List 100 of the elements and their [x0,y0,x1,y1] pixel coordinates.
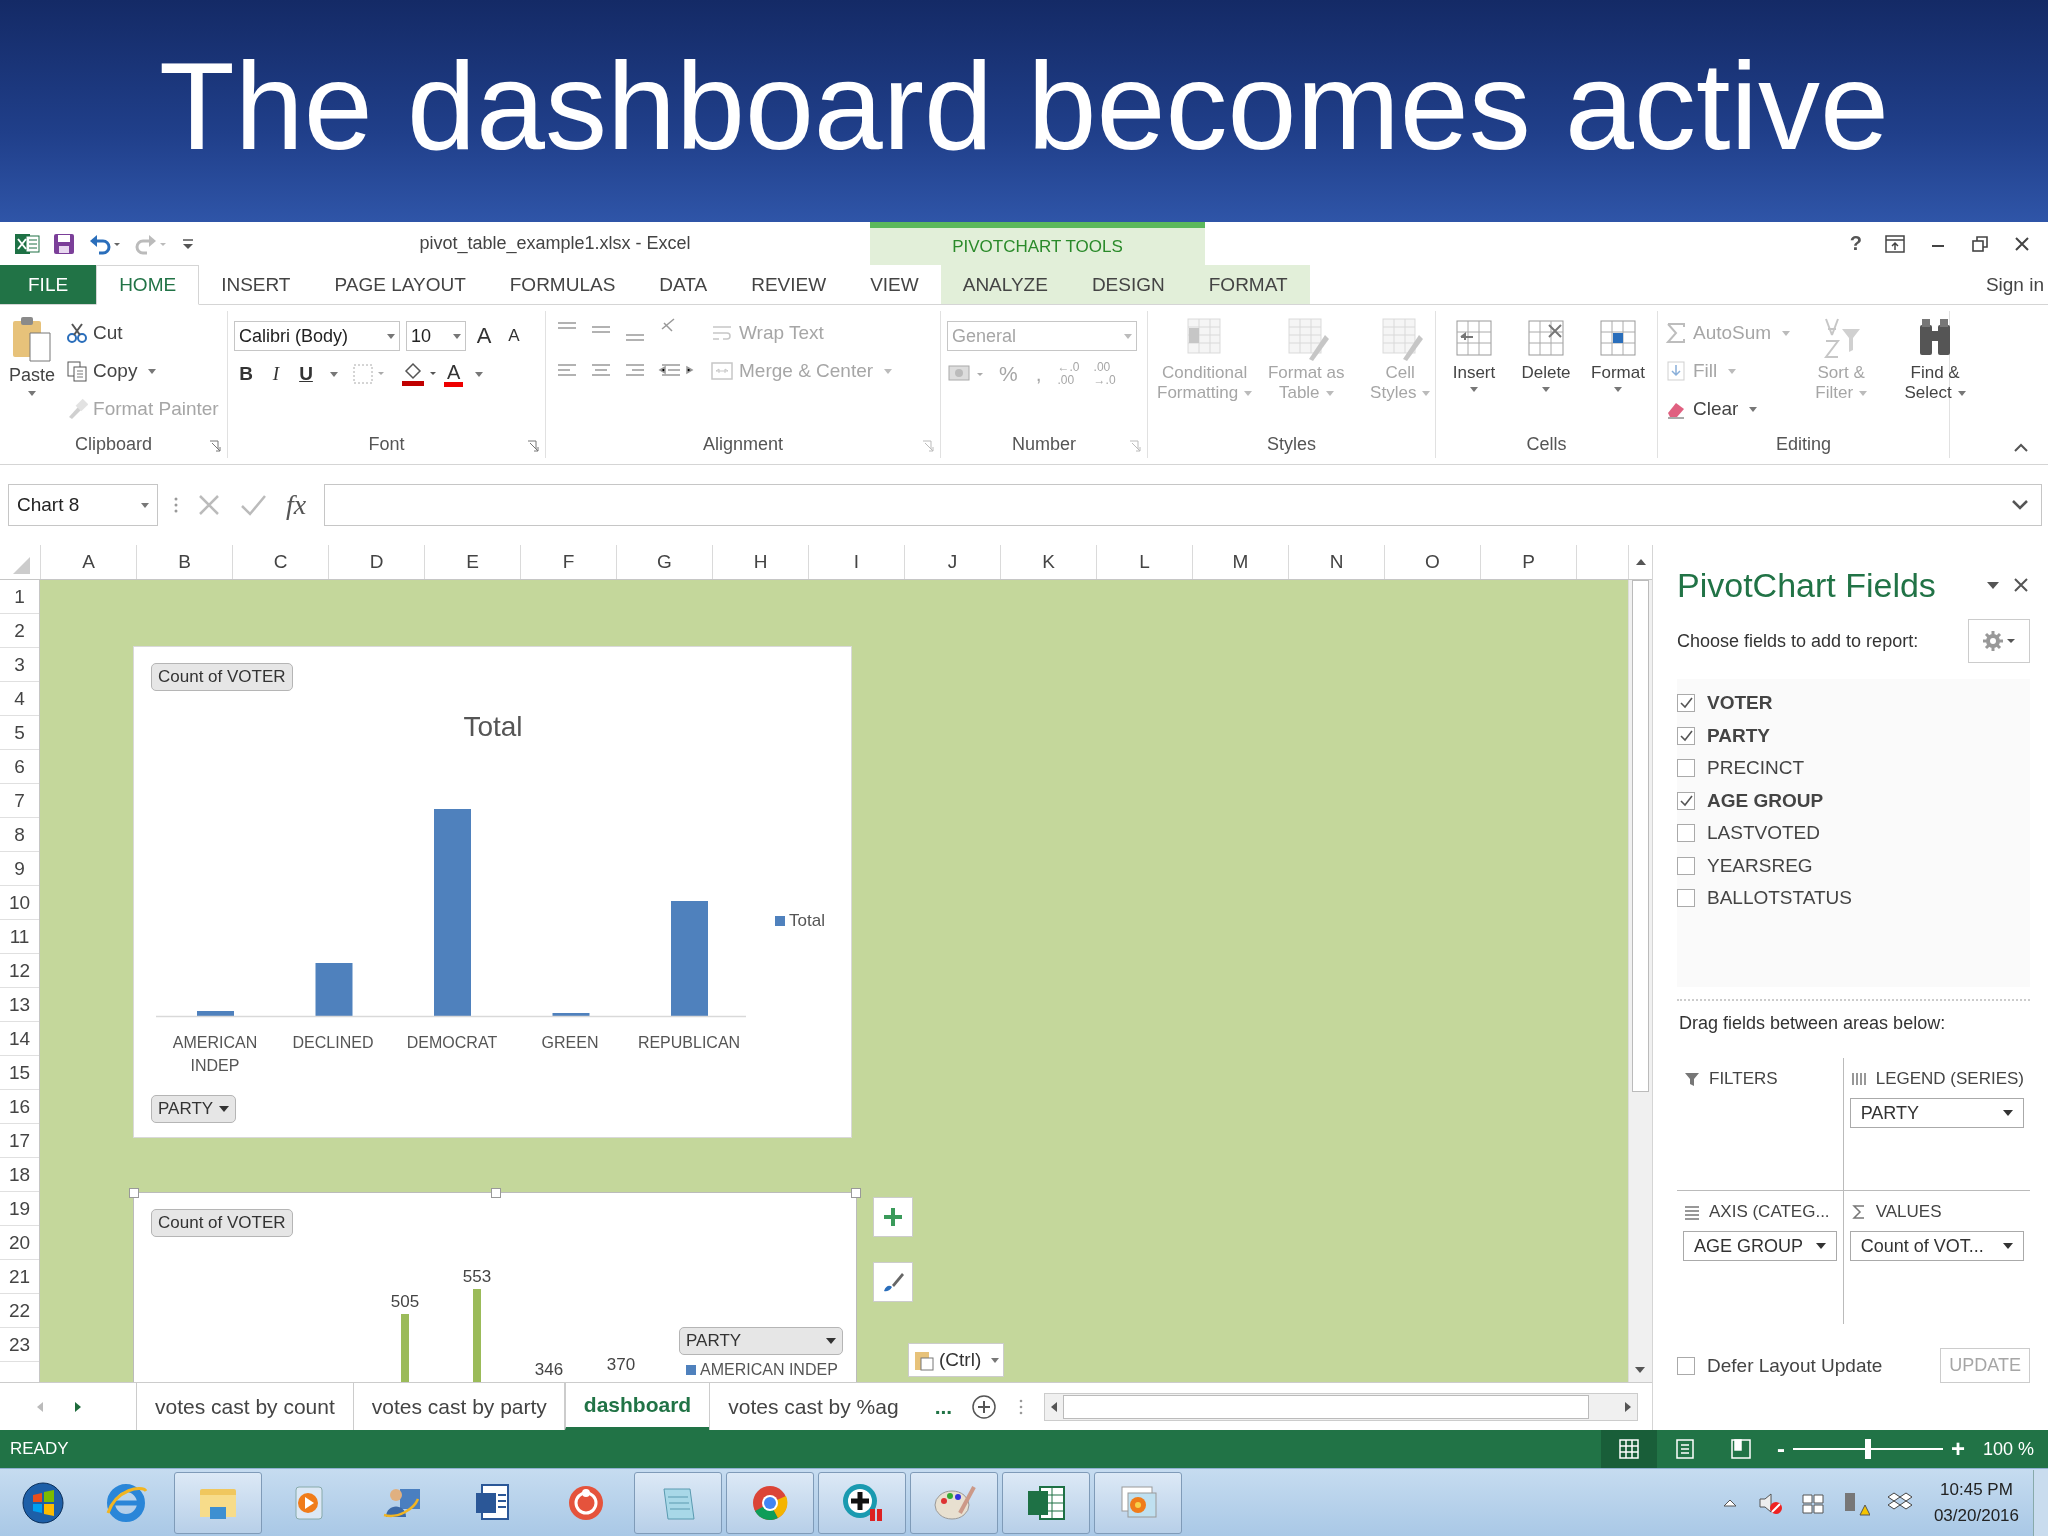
horizontal-scrollbar[interactable] [1044,1392,1638,1421]
row-header[interactable]: 23 [0,1328,39,1362]
chart-elements-button[interactable] [873,1197,913,1237]
field-label[interactable]: YEARSREG [1707,854,1813,877]
field-label[interactable]: AGE GROUP [1707,789,1824,812]
save-icon[interactable] [52,231,76,256]
ribbon-tab[interactable]: FORMAT [1186,265,1310,304]
field-checkbox[interactable] [1677,824,1695,843]
expand-formula-bar-icon[interactable] [2010,498,2030,512]
cells-button[interactable]: Format [1586,315,1650,393]
clock-time[interactable]: 10:45 PM [1940,1476,2013,1503]
value-field-button[interactable]: Count of VOTER [151,1209,293,1237]
value-field-button[interactable]: Count of VOTER [151,663,293,691]
row-header[interactable]: 8 [0,818,39,852]
ribbon-tab[interactable]: ANALYZE [940,265,1070,304]
close-icon[interactable] [2012,576,2030,594]
italic-button[interactable]: I [264,363,288,385]
editing-button[interactable]: Clear [1664,393,1791,425]
row-header[interactable]: 7 [0,784,39,818]
font-size-dropdown[interactable]: 10 [406,321,466,351]
resize-handle[interactable] [491,1188,501,1198]
column-header[interactable]: O [1384,545,1480,579]
ribbon-tab[interactable]: PAGE LAYOUT [312,265,488,304]
field-checkbox[interactable] [1677,694,1695,713]
row-header[interactable]: 15 [0,1056,39,1090]
resize-handle[interactable] [129,1188,139,1198]
view-button[interactable] [1600,1430,1657,1468]
field-label[interactable]: LASTVOTED [1707,822,1820,845]
ribbon-tab[interactable]: FORMULAS [487,265,638,304]
field-checkbox[interactable] [1677,726,1695,745]
paste-options-button[interactable]: (Ctrl) [908,1343,1005,1377]
row-header[interactable]: 10 [0,886,39,920]
field-checkbox[interactable] [1677,889,1695,908]
chart-area[interactable]: Count of VOTER Total AMERICAN INDEP DECLINED DEMOCRAT GREEN REPUBLICAN Total PARTY [133,646,852,1138]
worksheet-area[interactable]: Count of VOTER Total AMERICAN INDEP DECLINED DEMOCRAT GREEN REPUBLICAN Total PARTY Count of VOTER 505 553 346 370 PARTY AMERICAN INDEP (Ctrl) [40,580,1628,1382]
sheet-tab[interactable]: dashboard [564,1383,710,1430]
row-header[interactable]: 17 [0,1124,39,1158]
area-field-dropdown[interactable]: PARTY [1849,1098,2024,1128]
area-field-dropdown[interactable]: Count of VOT... [1849,1231,2024,1261]
column-header[interactable]: H [712,545,808,579]
ribbon-tab[interactable]: INSERT [199,265,313,304]
column-header[interactable]: N [1288,545,1384,579]
row-header[interactable]: 14 [0,1022,39,1056]
row-header[interactable]: 18 [0,1158,39,1192]
insert-function-button[interactable]: fx [282,489,311,521]
clock-date[interactable]: 03/20/2016 [1933,1502,2019,1529]
grow-font-button[interactable]: A [472,323,496,349]
column-header[interactable]: I [808,545,904,579]
sign-in-link[interactable]: Sign in [1985,273,2048,296]
font-name-dropdown[interactable]: Calibri (Body) [234,321,400,351]
column-header[interactable]: A [40,545,136,579]
resize-handle[interactable] [851,1188,861,1198]
row-header[interactable]: 12 [0,954,39,988]
ribbon-tab[interactable]: HOME [96,265,200,305]
column-header[interactable]: B [136,545,232,579]
fill-color-icon[interactable] [400,361,438,387]
axis-field-button[interactable]: PARTY [151,1095,237,1123]
field-label[interactable]: VOTER [1707,692,1773,715]
shrink-font-button[interactable]: A [502,326,526,346]
dialog-launcher-icon[interactable] [922,440,934,452]
ribbon-tab[interactable]: DESIGN [1069,265,1187,304]
column-header[interactable]: K [1000,545,1096,579]
row-header[interactable]: 5 [0,716,39,750]
zoom-in-button[interactable]: + [1942,1435,1973,1463]
legend-field-button[interactable]: PARTY [679,1327,843,1355]
field-label[interactable]: BALLOTSTATUS [1707,887,1852,910]
column-header[interactable]: F [520,545,616,579]
column-header[interactable]: M [1192,545,1288,579]
vertical-scrollbar[interactable] [1632,580,1649,1092]
formula-input[interactable] [324,484,2042,526]
paste-button[interactable]: Paste [6,315,59,396]
zoom-slider-thumb[interactable] [1864,1439,1871,1459]
ribbon-tab[interactable]: DATA [637,265,730,304]
row-header[interactable]: 21 [0,1260,39,1294]
row-header[interactable]: 22 [0,1294,39,1328]
dialog-launcher-icon[interactable] [1129,440,1141,452]
row-header[interactable]: 2 [0,614,39,648]
field-label[interactable]: PRECINCT [1707,757,1805,780]
row-header[interactable]: 4 [0,682,39,716]
chart-styles-button[interactable] [873,1262,913,1302]
ribbon-tab[interactable]: VIEW [848,265,941,304]
help-button[interactable]: ? [1849,232,1862,255]
field-label[interactable]: PARTY [1707,724,1770,747]
column-header[interactable]: C [232,545,328,579]
column-header[interactable]: D [328,545,424,579]
name-box[interactable]: Chart 8 [8,484,158,526]
defer-update-checkbox[interactable] [1677,1356,1695,1375]
column-header[interactable]: J [904,545,1000,579]
row-header[interactable]: 1 [0,580,39,614]
field-checkbox[interactable] [1677,759,1695,778]
font-color-button[interactable]: A [444,361,464,387]
ribbon-tab[interactable]: FILE [0,265,97,304]
column-header[interactable]: P [1480,545,1576,579]
column-header[interactable]: G [616,545,712,579]
row-header[interactable]: 19 [0,1192,39,1226]
field-checkbox[interactable] [1677,791,1695,810]
column-header[interactable]: E [424,545,520,579]
row-header[interactable]: 11 [0,920,39,954]
tools-button[interactable] [1968,619,2030,663]
row-header[interactable]: 9 [0,852,39,886]
